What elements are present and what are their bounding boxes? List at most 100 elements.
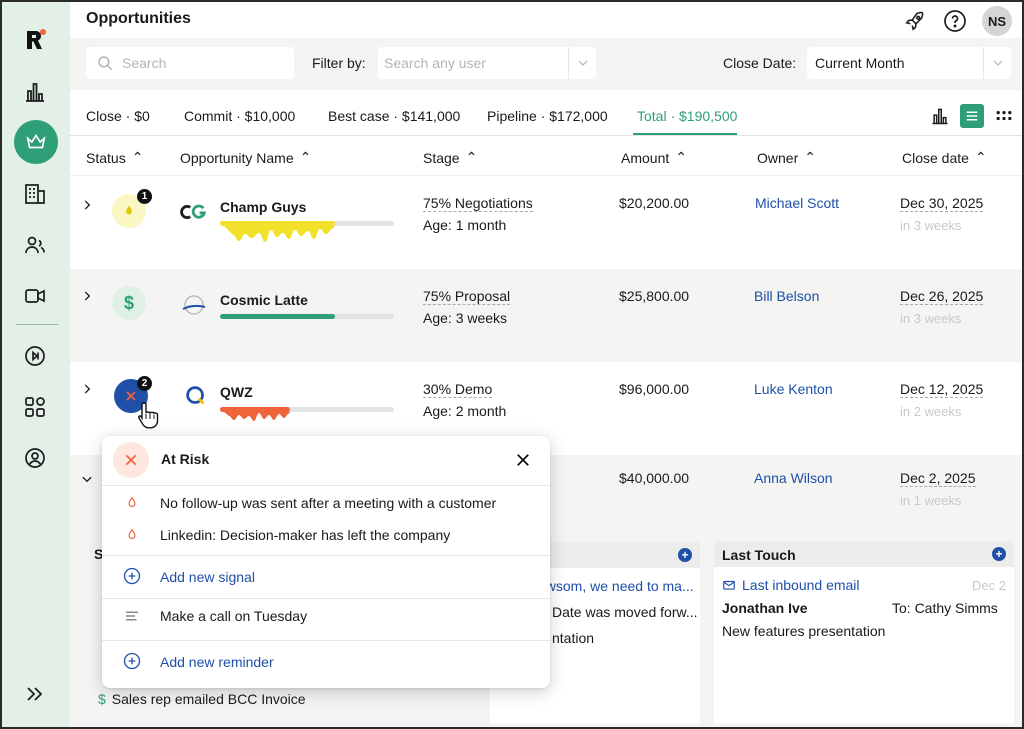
help-icon[interactable] bbox=[942, 8, 968, 34]
paint-drips-icon bbox=[224, 226, 334, 242]
chevron-right-icon[interactable] bbox=[80, 382, 94, 396]
add-activity-button[interactable]: + bbox=[678, 548, 692, 562]
close-date-relative: in 2 weeks bbox=[900, 404, 962, 419]
chart-view-icon[interactable] bbox=[928, 104, 952, 128]
profile-icon[interactable] bbox=[19, 442, 51, 474]
video-camera-icon[interactable] bbox=[19, 280, 51, 312]
last-touch-panel: Last Touch + Last inbound email Dec 2 Jo… bbox=[714, 541, 1014, 723]
owner-link[interactable]: Bill Belson bbox=[754, 288, 819, 304]
column-header-status[interactable]: Status ⌃ bbox=[86, 149, 143, 166]
add-new-signal-link[interactable]: Add new signal bbox=[160, 569, 255, 585]
user-filter-select[interactable] bbox=[378, 47, 596, 79]
close-date: Dec 26, 2025 bbox=[900, 288, 984, 305]
grid-view-icon[interactable] bbox=[992, 104, 1016, 128]
filter-label: Filter by: bbox=[312, 55, 366, 71]
close-date-relative: in 1 weeks bbox=[900, 493, 962, 508]
status-dollar-icon[interactable]: $ bbox=[112, 286, 146, 320]
list-view-icon[interactable] bbox=[960, 104, 984, 128]
column-header-stage[interactable]: Stage ⌃ bbox=[423, 149, 477, 166]
opportunity-name[interactable]: QWZ bbox=[220, 384, 253, 400]
tab-total[interactable]: Total · $190,500 bbox=[637, 108, 737, 124]
rocket-icon[interactable] bbox=[902, 8, 928, 34]
chevron-right-icon[interactable] bbox=[80, 198, 94, 212]
divider bbox=[102, 640, 550, 641]
amount: $96,000.00 bbox=[619, 381, 690, 397]
search-box[interactable] bbox=[86, 47, 294, 79]
stage-label: 30% Demo bbox=[423, 381, 493, 398]
chevron-right-icon[interactable] bbox=[80, 289, 94, 303]
owner-link[interactable]: Michael Scott bbox=[755, 195, 839, 211]
sort-icon: ⌃ bbox=[131, 149, 144, 165]
opportunity-age: Age: 1 month bbox=[423, 217, 507, 233]
filter-bar: Filter by: Close Date: Current Month bbox=[70, 38, 1022, 90]
table-row[interactable]: $ Cosmic Latte 75% Proposal Age: 3 weeks… bbox=[70, 269, 1022, 362]
amount: $20,200.00 bbox=[619, 195, 690, 211]
opportunities-crown-icon[interactable] bbox=[14, 120, 58, 164]
add-new-reminder-link[interactable]: Add new reminder bbox=[160, 654, 274, 670]
app-logo-icon[interactable] bbox=[19, 24, 51, 56]
search-input[interactable] bbox=[122, 55, 272, 71]
page-title: Opportunities bbox=[86, 10, 191, 27]
chevron-down-icon[interactable] bbox=[568, 47, 596, 79]
close-date-select[interactable]: Current Month bbox=[807, 47, 1011, 79]
user-avatar[interactable]: NS bbox=[982, 6, 1012, 36]
opportunity-age: Age: 2 month bbox=[423, 403, 507, 419]
last-touch-header: Last Touch + bbox=[714, 541, 1014, 567]
add-circle-icon[interactable] bbox=[122, 651, 142, 671]
owner-link[interactable]: Luke Kenton bbox=[754, 381, 833, 397]
signal-count-badge: 2 bbox=[137, 376, 152, 391]
close-popover-button[interactable] bbox=[512, 449, 534, 471]
close-date: Dec 2, 2025 bbox=[900, 470, 976, 487]
column-header-amount[interactable]: Amount ⌃ bbox=[621, 149, 687, 166]
sort-icon: ⌃ bbox=[804, 149, 816, 165]
paint-drips-icon bbox=[224, 412, 290, 421]
chevron-down-icon[interactable] bbox=[983, 47, 1011, 79]
active-tab-underline bbox=[633, 133, 737, 135]
drop-signal-icon bbox=[122, 525, 142, 545]
close-date-value: Current Month bbox=[815, 55, 905, 71]
sort-icon: ⌃ bbox=[974, 149, 987, 165]
reminder-item[interactable]: Make a call on Tuesday bbox=[160, 608, 307, 624]
tab-best-case[interactable]: Best case · $141,000 bbox=[328, 108, 460, 124]
close-icon bbox=[517, 454, 529, 466]
apps-grid-icon[interactable] bbox=[19, 391, 51, 423]
expand-sidebar-icon[interactable] bbox=[19, 678, 51, 710]
last-touch-subject: New features presentation bbox=[722, 623, 886, 639]
contacts-people-icon[interactable] bbox=[19, 229, 51, 261]
divider bbox=[102, 598, 550, 599]
sort-icon: ⌃ bbox=[465, 149, 478, 165]
champ-guys-logo-icon bbox=[180, 198, 208, 226]
search-icon bbox=[98, 56, 113, 71]
table-row[interactable]: 1 Champ Guys 75% Negotiations Age: 1 mon… bbox=[70, 176, 1022, 269]
popover-header: At Risk bbox=[102, 436, 550, 486]
column-header-owner[interactable]: Owner ⌃ bbox=[757, 149, 816, 166]
divider bbox=[102, 555, 550, 556]
chevron-down-icon[interactable] bbox=[80, 472, 94, 486]
activity-line: ntation bbox=[552, 630, 595, 646]
sidebar bbox=[2, 2, 70, 727]
risk-signal: Linkedin: Decision-maker has left the co… bbox=[160, 527, 451, 543]
companies-building-icon[interactable] bbox=[19, 178, 51, 210]
reports-icon[interactable] bbox=[19, 76, 51, 108]
popover-title: At Risk bbox=[161, 451, 210, 467]
tab-commit[interactable]: Commit · $10,000 bbox=[184, 108, 295, 124]
last-touch-title: Last Touch bbox=[722, 547, 796, 563]
add-circle-icon[interactable] bbox=[122, 566, 142, 586]
last-touch-to: To: Cathy Simms bbox=[892, 600, 998, 616]
last-touch-type[interactable]: Last inbound email bbox=[722, 577, 860, 593]
forecast-summary-tabs: Close · $0 Commit · $10,000 Best case · … bbox=[70, 90, 1022, 136]
play-next-icon[interactable] bbox=[19, 340, 51, 372]
column-header-opportunity-name[interactable]: Opportunity Name ⌃ bbox=[180, 149, 311, 166]
close-date-relative: in 3 weeks bbox=[900, 311, 962, 326]
tab-close[interactable]: Close · $0 bbox=[86, 108, 150, 124]
add-last-touch-button[interactable]: + bbox=[992, 547, 1006, 561]
close-date-relative: in 3 weeks bbox=[900, 218, 962, 233]
opportunity-name[interactable]: Champ Guys bbox=[220, 199, 306, 215]
owner-link[interactable]: Anna Wilson bbox=[754, 470, 833, 486]
tab-pipeline[interactable]: Pipeline · $172,000 bbox=[487, 108, 608, 124]
user-filter-input[interactable] bbox=[384, 55, 564, 71]
opportunity-name[interactable]: Cosmic Latte bbox=[220, 292, 308, 308]
stage-label: 75% Proposal bbox=[423, 288, 511, 305]
cosmic-latte-logo-icon bbox=[180, 291, 208, 319]
column-header-close-date[interactable]: Close date ⌃ bbox=[902, 149, 987, 166]
